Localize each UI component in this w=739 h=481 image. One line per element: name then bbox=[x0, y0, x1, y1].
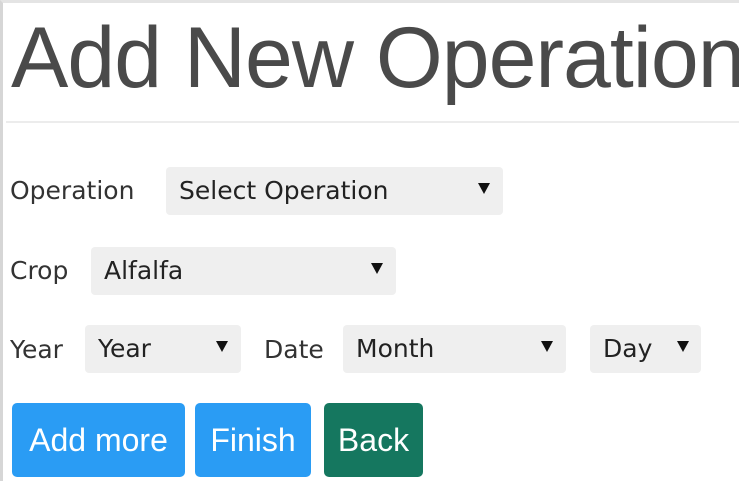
crop-select[interactable]: Alfalfa bbox=[91, 247, 396, 295]
page-frame: Add New Operation Operation Select Opera… bbox=[0, 0, 739, 481]
chevron-down-icon bbox=[478, 183, 490, 194]
chevron-down-icon bbox=[216, 341, 228, 352]
date-label: Date bbox=[264, 335, 324, 364]
year-label: Year bbox=[10, 335, 63, 364]
crop-label: Crop bbox=[10, 256, 69, 285]
title-divider bbox=[6, 121, 739, 123]
day-select[interactable]: Day bbox=[590, 325, 701, 373]
chevron-down-icon bbox=[541, 341, 553, 352]
operation-label: Operation bbox=[10, 176, 135, 205]
year-select[interactable]: Year bbox=[85, 325, 241, 373]
chevron-down-icon bbox=[677, 341, 689, 352]
back-button[interactable]: Back bbox=[324, 403, 423, 477]
add-more-button[interactable]: Add more bbox=[12, 403, 185, 477]
year-select-value: Year bbox=[98, 334, 151, 363]
operation-select-value: Select Operation bbox=[179, 176, 389, 205]
operation-select[interactable]: Select Operation bbox=[166, 167, 503, 215]
page-title: Add New Operation bbox=[11, 10, 739, 106]
month-select-value: Month bbox=[356, 334, 435, 363]
day-select-value: Day bbox=[603, 334, 653, 363]
chevron-down-icon bbox=[371, 263, 383, 274]
crop-select-value: Alfalfa bbox=[104, 256, 184, 285]
month-select[interactable]: Month bbox=[343, 325, 566, 373]
finish-button[interactable]: Finish bbox=[195, 403, 311, 477]
